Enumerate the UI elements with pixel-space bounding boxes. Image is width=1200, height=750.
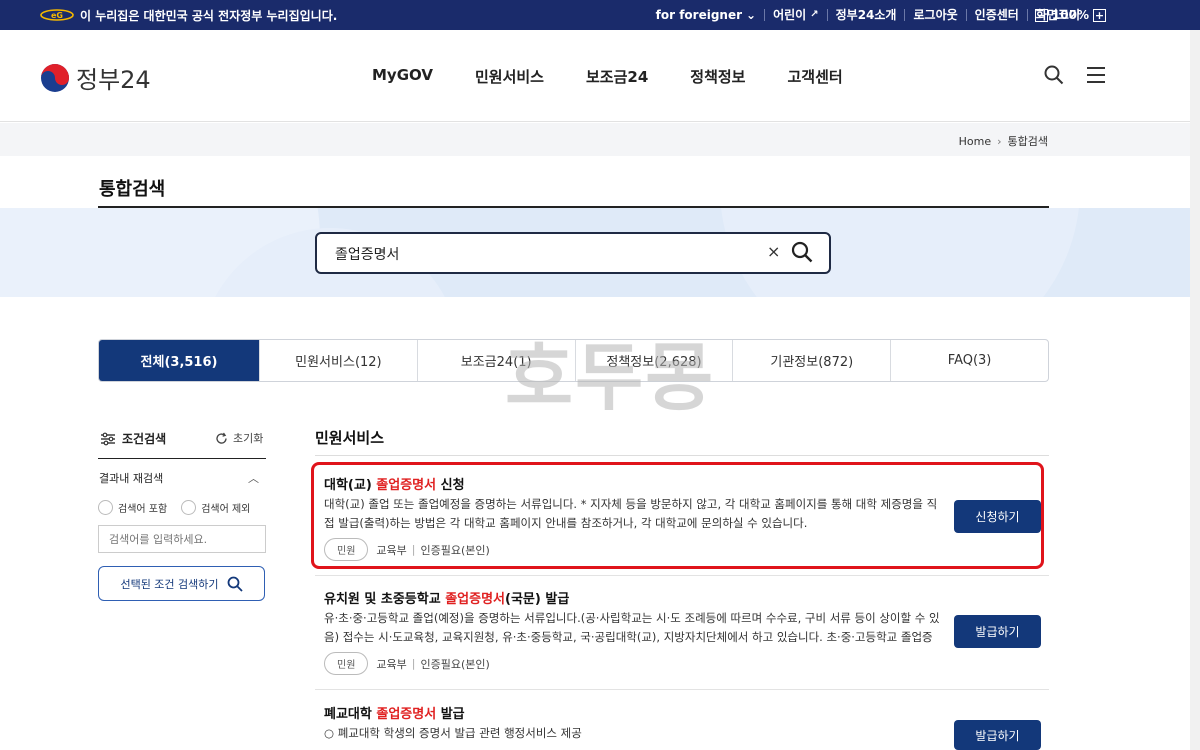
chevron-right-icon: › (997, 134, 1002, 148)
logo-text: 정부24 (76, 66, 151, 94)
breadcrumb-home[interactable]: Home (959, 135, 991, 148)
nav-customer-center[interactable]: 고객센터 (787, 66, 842, 87)
results-divider (315, 455, 1049, 456)
result-title[interactable]: 유치원 및 초중등학교 졸업증명서(국문) 발급 (324, 588, 569, 607)
egov-logo-icon: eG (40, 9, 74, 21)
refine-heading: 결과내 재검색 (99, 472, 164, 485)
link-cert-center[interactable]: 인증센터 (965, 9, 1027, 21)
refine-search-input[interactable] (98, 525, 266, 553)
search-icon (227, 576, 243, 592)
nav-subsidy[interactable]: 보조금24 (586, 66, 648, 87)
page-title: 통합검색 (99, 179, 166, 200)
breadcrumb-bar: Home › 통합검색 (0, 123, 1200, 156)
filter-heading: 조건검색 (100, 430, 166, 447)
radio-include[interactable] (98, 500, 113, 515)
results-heading: 민원서비스 (315, 429, 385, 447)
zoom-out-button[interactable]: − (1034, 8, 1048, 22)
issue-button[interactable]: 발급하기 (954, 720, 1041, 750)
issue-button[interactable]: 발급하기 (954, 615, 1041, 648)
site-logo[interactable]: 정부24 (40, 60, 151, 95)
refine-options: 검색어 포함 검색어 제외 (98, 500, 250, 515)
option-exclude[interactable]: 검색어 제외 (181, 500, 250, 515)
result-title[interactable]: 폐교대학 졸업증명서 발급 (324, 703, 465, 722)
nav-policy[interactable]: 정책정보 (690, 66, 745, 87)
gov-notice-text: 이 누리집은 대한민국 공식 전자정부 누리집입니다. (80, 8, 338, 23)
tab-civil-service[interactable]: 민원서비스(12) (259, 340, 417, 381)
gov-notice: eG 이 누리집은 대한민국 공식 전자정부 누리집입니다. (40, 0, 337, 30)
search-input[interactable] (335, 243, 755, 265)
clear-search-icon[interactable]: × (767, 242, 780, 261)
result-meta: 민원 교육부 | 인증필요(본인) (324, 652, 490, 675)
result-card: 폐교대학 졸업증명서 발급 ○ 폐교대학 학생의 증명서 발급 관련 행정서비스… (314, 690, 1049, 750)
result-card: 유치원 및 초중등학교 졸업증명서(국문) 발급 유·초·중·고등학교 졸업(예… (314, 576, 1049, 688)
result-description: 유·초·중·고등학교 졸업(예정)을 증명하는 서류입니다.(공·사립학교는 시… (324, 611, 940, 644)
breadcrumb: Home › 통합검색 (959, 133, 1048, 149)
refresh-icon (216, 432, 227, 444)
link-logout[interactable]: 로그아웃 (904, 9, 965, 21)
header-icons (1044, 65, 1106, 85)
nav-civil-service[interactable]: 민원서비스 (475, 66, 544, 87)
tab-faq[interactable]: FAQ(3) (890, 340, 1048, 381)
result-org: 교육부 (376, 657, 407, 671)
external-link-icon: ↗ (810, 9, 819, 20)
filter-divider (98, 458, 266, 459)
breadcrumb-current: 통합검색 (1007, 135, 1048, 148)
site-header: 정부24 MyGOV 민원서비스 보조금24 정책정보 고객센터 (0, 30, 1200, 122)
result-description: ○ 폐교대학 학생의 증명서 발급 관련 행정서비스 제공 (324, 726, 582, 740)
result-type-badge: 민원 (324, 652, 369, 675)
zoom-control: − 100% + (1034, 0, 1106, 30)
search-submit-icon[interactable] (791, 241, 813, 263)
tab-institution[interactable]: 기관정보(872) (732, 340, 890, 381)
result-auth: 인증필요(본인) (420, 657, 490, 671)
meta-separator: | (411, 657, 416, 670)
search-box: × (315, 232, 831, 274)
sliders-icon (101, 432, 115, 445)
zoom-value: 100% (1051, 8, 1089, 22)
search-icon[interactable] (1044, 65, 1064, 85)
zoom-in-button[interactable]: + (1093, 8, 1106, 22)
link-for-foreigner[interactable]: for foreigner ⌄ (648, 9, 764, 21)
radio-exclude[interactable] (181, 500, 197, 515)
taegeuk-icon (41, 63, 69, 92)
svg-text:eG: eG (51, 11, 63, 20)
option-include[interactable]: 검색어 포함 (98, 500, 167, 515)
chevron-down-icon: ⌄ (746, 8, 757, 22)
filter-search-button[interactable]: 선택된 조건 검색하기 (98, 566, 265, 601)
scrollbar[interactable] (1190, 30, 1200, 750)
highlight-box (311, 462, 1044, 569)
nav-mygov[interactable]: MyGOV (372, 66, 433, 87)
menu-icon[interactable] (1086, 65, 1106, 85)
link-about[interactable]: 정부24소개 (826, 9, 905, 21)
watermark: 호두몽 (505, 335, 716, 421)
tab-all[interactable]: 전체(3,516) (99, 340, 259, 381)
filter-reset-button[interactable]: 초기화 (215, 430, 263, 446)
main-nav: MyGOV 민원서비스 보조금24 정책정보 고객센터 (372, 66, 843, 87)
gov-notice-bar: eG 이 누리집은 대한민국 공식 전자정부 누리집입니다. for forei… (0, 0, 1200, 30)
utility-links: for foreigner ⌄ 어린이 ↗ 정부24소개 로그아웃 인증센터 화면크… (648, 0, 1088, 30)
link-kids[interactable]: 어린이 ↗ (764, 9, 827, 21)
chevron-up-icon[interactable]: ︿ (248, 470, 259, 486)
